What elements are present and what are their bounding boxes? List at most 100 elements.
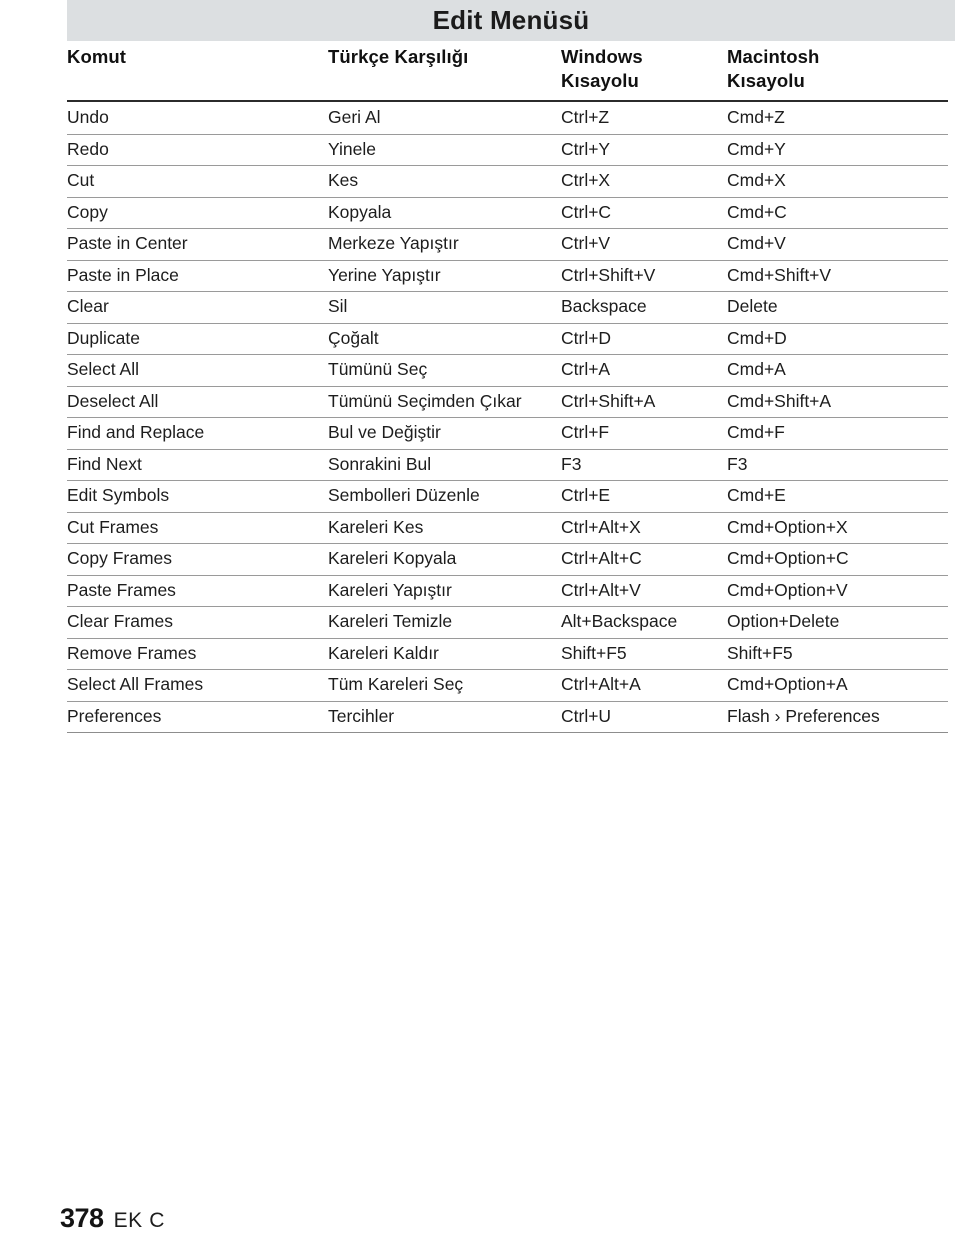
cell-turkish: Kareleri Kes [328, 516, 424, 537]
cell-turkish: Bul ve Değiştir [328, 422, 441, 442]
table-row: Deselect All Tümünü Seçimden Çıkar Ctrl+Sh… [67, 387, 948, 418]
cell-windows-shortcut: Ctrl+Alt+X [561, 516, 641, 537]
cell-turkish: Sembolleri Düzenle [328, 485, 480, 505]
table-row: Paste in Place Yerine Yapıştır Ctrl+Shift+… [67, 261, 948, 292]
cell-macintosh-shortcut: Flash › Preferences [727, 705, 880, 726]
cell-macintosh-shortcut: Option+Delete [727, 611, 840, 631]
cell-windows-shortcut: Ctrl+U [561, 705, 612, 726]
cell-windows-shortcut: Ctrl+D [561, 327, 612, 348]
cell-command: Find and Replace [67, 422, 205, 442]
table-row: Find Next Sonrakini Bul F3 F3 [67, 450, 948, 481]
cell-command: Edit Symbols [67, 485, 170, 505]
table-row: Undo Geri Al Ctrl+Z Cmd+Z [67, 103, 948, 135]
cell-windows-shortcut: Ctrl+X [561, 170, 611, 190]
cell-windows-shortcut: Ctrl+Alt+C [561, 548, 642, 568]
cell-turkish: Yerine Yapıştır [328, 264, 441, 285]
table-body: Undo Geri Al Ctrl+Z Cmd+Z Redo Yinele Ctrl+Y Cm… [67, 103, 948, 733]
cell-windows-shortcut: Ctrl+C [561, 201, 612, 222]
cell-turkish: Geri Al [328, 107, 381, 127]
table-row: Paste Frames Kareleri Yapıştır Ctrl+Alt+V C… [67, 576, 948, 607]
cell-command: Paste Frames [67, 579, 176, 600]
cell-macintosh-shortcut: Cmd+Z [727, 107, 785, 127]
cell-windows-shortcut: F3 [561, 453, 582, 474]
cell-command: Select All Frames [67, 674, 204, 694]
cell-macintosh-shortcut: Cmd+F [727, 422, 785, 442]
cell-macintosh-shortcut: Shift+F5 [727, 642, 793, 663]
column-header-macintosh: Macintosh Kısayolu [727, 46, 820, 91]
cell-windows-shortcut: Ctrl+Alt+V [561, 579, 641, 600]
cell-macintosh-shortcut: Delete [727, 296, 778, 316]
cell-turkish: Sil [328, 296, 348, 316]
cell-macintosh-shortcut: Cmd+Option+X [727, 516, 848, 537]
cell-command: Undo [67, 107, 109, 127]
table-row: Copy Kopyala Ctrl+C Cmd+C [67, 198, 948, 229]
cell-windows-shortcut: Ctrl+Alt+A [561, 674, 641, 694]
column-header-turkish: Türkçe Karşılığı [328, 46, 469, 67]
cell-macintosh-shortcut: Cmd+C [727, 201, 787, 222]
cell-command: Copy Frames [67, 548, 173, 568]
table-row: Clear Frames Kareleri Temizle Alt+Backspac… [67, 607, 948, 639]
cell-windows-shortcut: Ctrl+V [561, 233, 611, 253]
table-row: Paste in Center Merkeze Yapıştır Ctrl+V Cmd… [67, 229, 948, 261]
shortcuts-table: Komut Türkçe Karşılığı Windows Kısayolu … [67, 45, 948, 733]
cell-macintosh-shortcut: Cmd+X [727, 170, 786, 190]
cell-windows-shortcut: Shift+F5 [561, 642, 627, 663]
cell-command: Deselect All [67, 390, 159, 411]
table-row: Cut Kes Ctrl+X Cmd+X [67, 166, 948, 198]
cell-macintosh-shortcut: Cmd+V [727, 233, 786, 253]
cell-windows-shortcut: Ctrl+A [561, 359, 611, 379]
cell-windows-shortcut: Alt+Backspace [561, 611, 678, 631]
cell-macintosh-shortcut: Cmd+Option+C [727, 548, 849, 568]
cell-windows-shortcut: Backspace [561, 296, 647, 316]
cell-command: Clear [67, 296, 109, 316]
cell-macintosh-shortcut: Cmd+D [727, 327, 787, 348]
cell-turkish: Tümünü Seçimden Çıkar [328, 390, 522, 411]
cell-command: Cut Frames [67, 516, 159, 537]
cell-turkish: Sonrakini Bul [328, 453, 432, 474]
cell-turkish: Kareleri Temizle [328, 611, 453, 631]
section-label: EK C [113, 1209, 165, 1232]
cell-turkish: Kopyala [328, 201, 392, 222]
column-header-windows: Windows Kısayolu [561, 46, 643, 91]
cell-turkish: Merkeze Yapıştır [328, 233, 459, 253]
cell-windows-shortcut: Ctrl+Z [561, 107, 610, 127]
table-row: Cut Frames Kareleri Kes Ctrl+Alt+X Cmd+Opti… [67, 513, 948, 544]
table-row: Duplicate Çoğalt Ctrl+D Cmd+D [67, 324, 948, 355]
table-row: Redo Yinele Ctrl+Y Cmd+Y [67, 135, 948, 166]
cell-turkish: Tüm Kareleri Seç [328, 674, 464, 694]
cell-turkish: Çoğalt [328, 327, 379, 348]
page-number: 378 [60, 1203, 104, 1233]
cell-command: Paste in Center [67, 233, 188, 253]
cell-command: Clear Frames [67, 611, 173, 631]
column-header-command: Komut [67, 46, 127, 67]
cell-turkish: Kareleri Kaldır [328, 642, 439, 663]
cell-macintosh-shortcut: Cmd+Y [727, 138, 786, 159]
cell-turkish: Kes [328, 170, 359, 190]
cell-windows-shortcut: Ctrl+F [561, 422, 610, 442]
table-row: Clear Sil Backspace Delete [67, 292, 948, 324]
cell-turkish: Tümünü Seç [328, 359, 428, 379]
cell-macintosh-shortcut: Cmd+A [727, 359, 786, 379]
cell-turkish: Tercihler [328, 705, 395, 726]
page-footer: 378 EK C [60, 1203, 165, 1234]
cell-macintosh-shortcut: Cmd+Shift+A [727, 390, 832, 411]
cell-command: Copy [67, 201, 108, 222]
table-row: Preferences Tercihler Ctrl+U Flash › Prefer… [67, 702, 948, 733]
cell-command: Select All [67, 359, 139, 379]
cell-macintosh-shortcut: Cmd+E [727, 485, 786, 505]
cell-turkish: Yinele [328, 138, 376, 159]
table-row: Remove Frames Kareleri Kaldır Shift+F5 Shif… [67, 639, 948, 670]
cell-command: Duplicate [67, 327, 140, 348]
table-row: Select All Frames Tüm Kareleri Seç Ctrl+Al… [67, 670, 948, 702]
cell-command: Remove Frames [67, 642, 197, 663]
cell-windows-shortcut: Ctrl+Shift+A [561, 390, 656, 411]
cell-macintosh-shortcut: Cmd+Option+A [727, 674, 848, 694]
cell-command: Cut [67, 170, 95, 190]
table-header-row: Komut Türkçe Karşılığı Windows Kısayolu … [67, 45, 948, 102]
document-page: Edit Menüsü Komut Türkçe Karşılığı Windo… [0, 0, 960, 1254]
cell-windows-shortcut: Ctrl+E [561, 485, 611, 505]
page-title: Edit Menüsü [432, 5, 590, 35]
section-title-banner: Edit Menüsü [67, 0, 955, 41]
table-row: Find and Replace Bul ve Değiştir Ctrl+F Cmd… [67, 418, 948, 450]
header-divider [67, 100, 948, 102]
